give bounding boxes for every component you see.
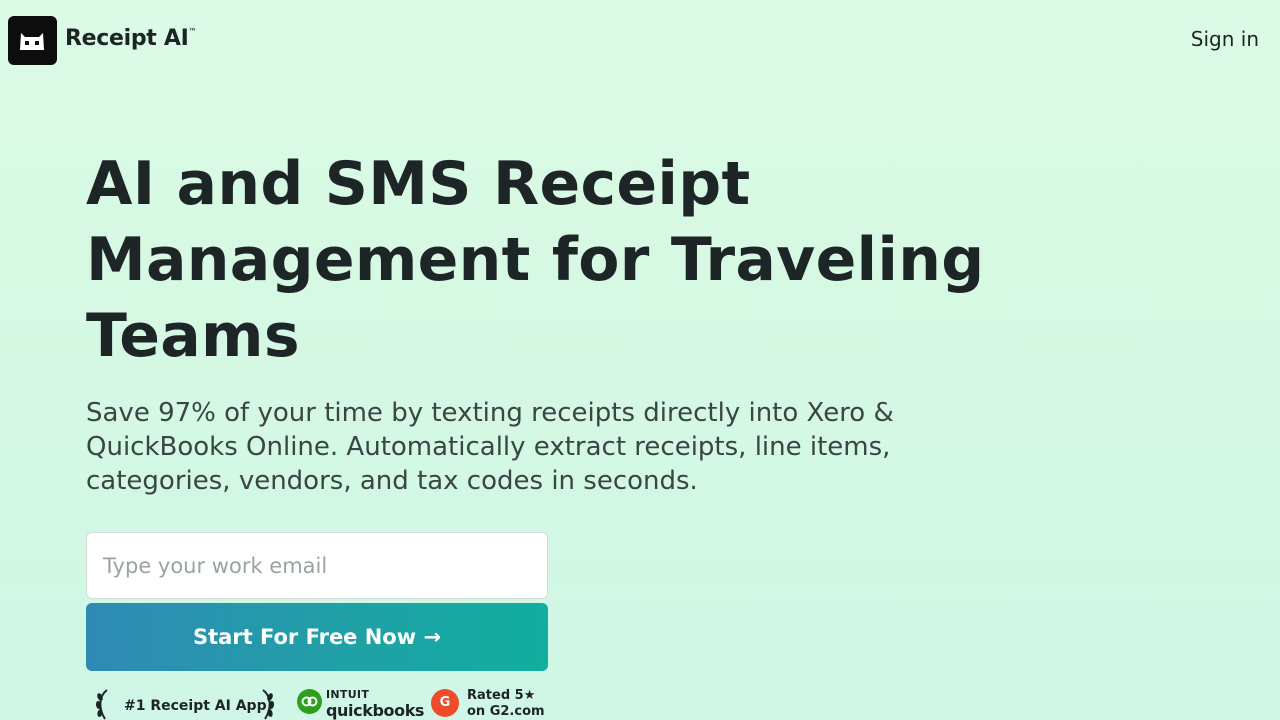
cat-face-icon[interactable] — [8, 16, 57, 65]
work-email-input[interactable] — [86, 532, 548, 599]
g2-source: on G2.com — [467, 704, 545, 719]
trademark: ™ — [188, 26, 197, 36]
trust-badges: #1 Receipt AI App INTUIT quickbooks G Ra… — [86, 684, 556, 720]
g2-badge: G Rated 5★ on G2.com — [431, 688, 556, 720]
brand-name[interactable]: Receipt AI™ — [65, 26, 197, 51]
laurel-wreath-icon — [95, 689, 108, 720]
quickbooks-badge: INTUIT quickbooks — [297, 688, 424, 720]
g2-logo-icon: G — [431, 689, 459, 717]
hero-subtitle: Save 97% of your time by texting receipt… — [86, 398, 894, 496]
sign-in-link[interactable]: Sign in — [1191, 27, 1259, 51]
g2-rating: Rated 5★ — [467, 688, 536, 703]
laurel-wreath-icon — [262, 689, 275, 720]
hero-title: AI and SMS Receipt Management for Travel… — [86, 149, 985, 371]
award-text: #1 Receipt AI App — [124, 698, 267, 714]
quickbooks-label: quickbooks — [326, 701, 425, 720]
brand-label: Receipt AI — [65, 26, 189, 51]
quickbooks-logo-icon — [297, 689, 322, 714]
site-header: Receipt AI™ Sign in — [0, 0, 1280, 80]
intuit-label: INTUIT — [326, 688, 370, 701]
start-free-button[interactable]: Start For Free Now → — [86, 603, 548, 671]
award-badge: #1 Receipt AI App — [94, 688, 275, 720]
